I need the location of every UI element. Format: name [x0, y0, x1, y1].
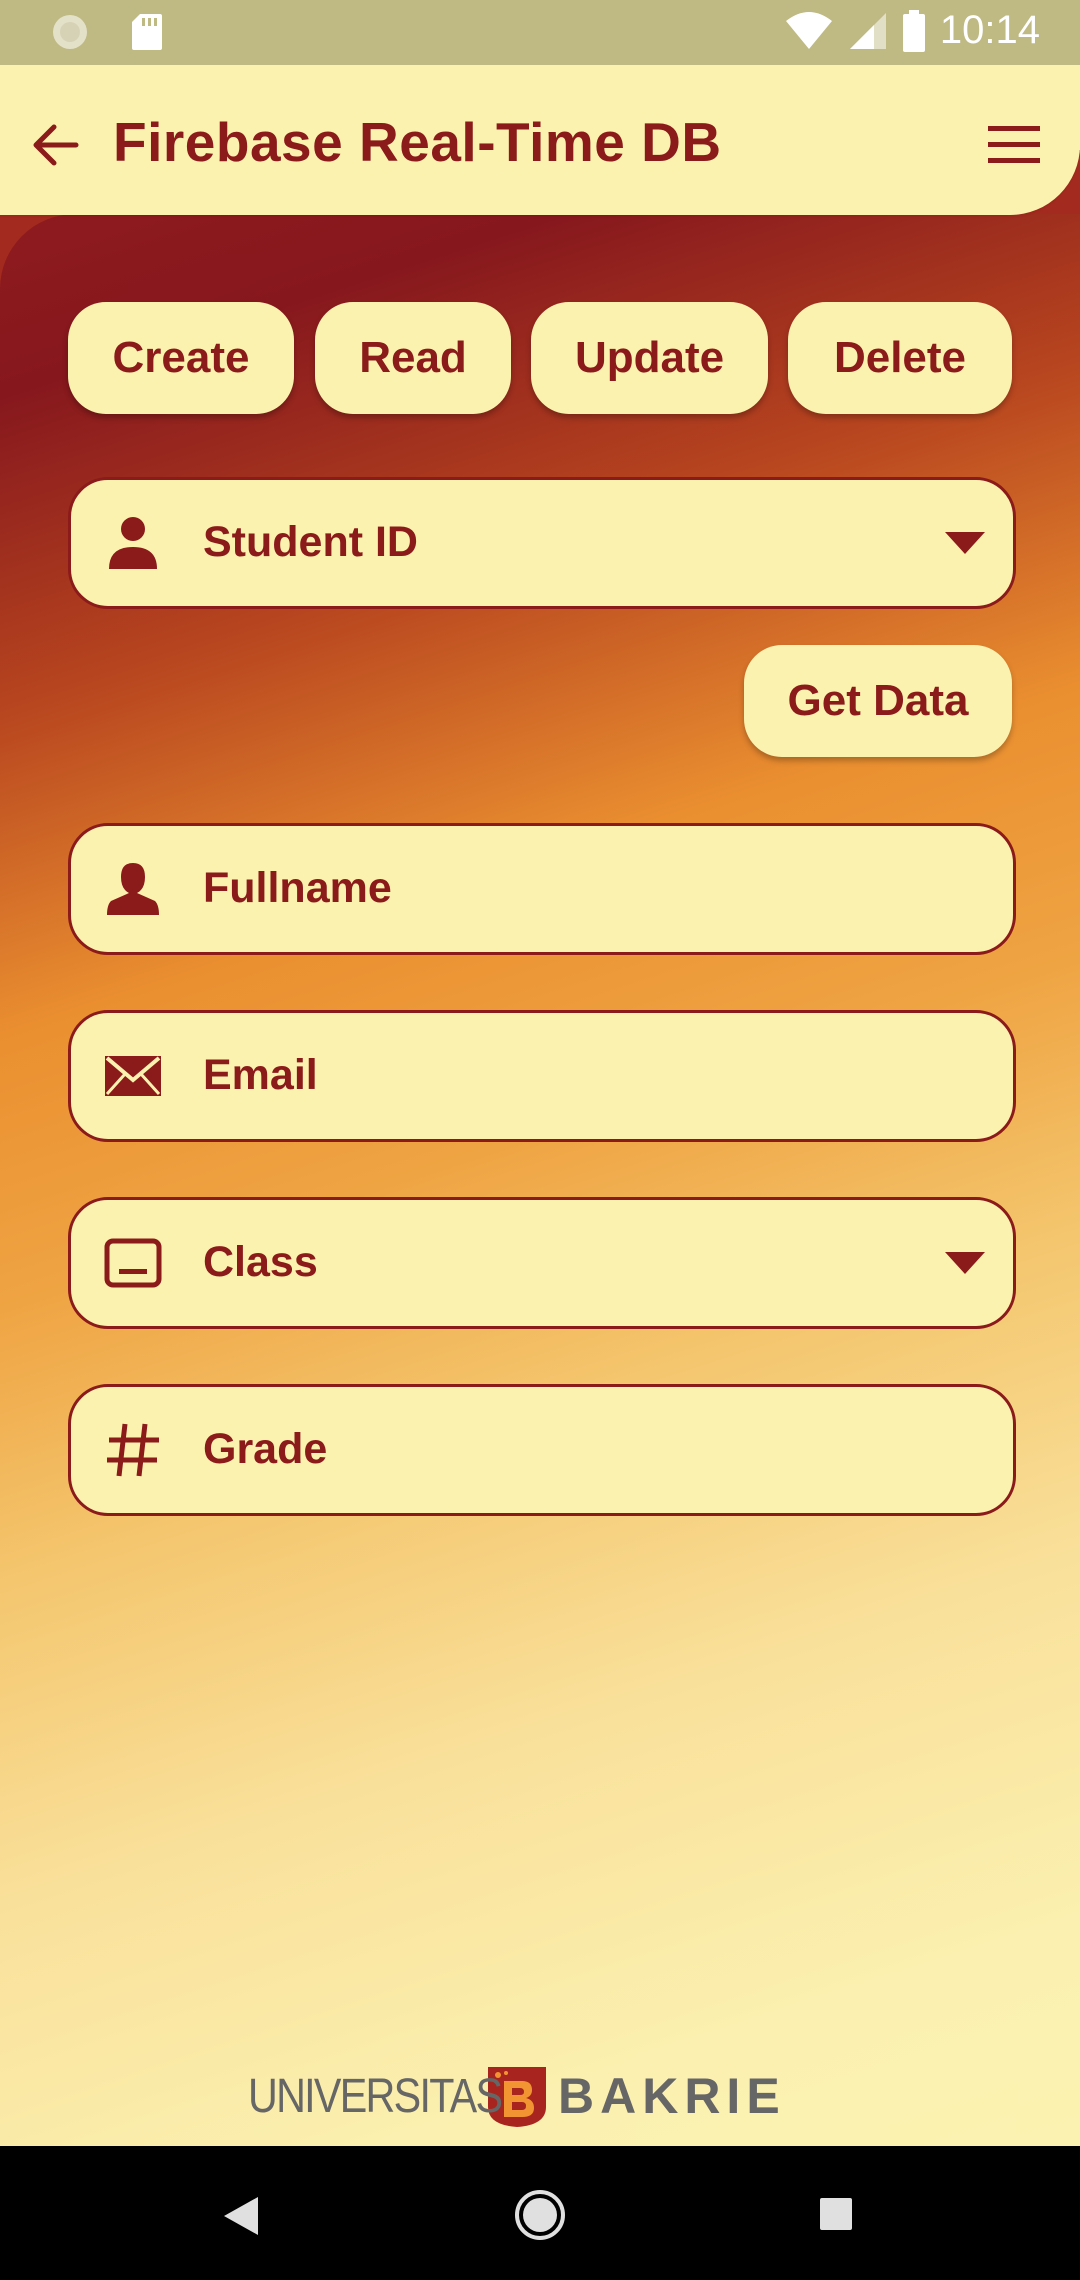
envelope-icon — [105, 1056, 161, 1096]
create-button[interactable]: Create — [68, 302, 294, 414]
person-silhouette-icon — [107, 863, 159, 915]
page-title: Firebase Real-Time DB — [113, 111, 722, 173]
chevron-down-icon — [945, 532, 985, 554]
nav-home-icon[interactable] — [514, 2189, 566, 2241]
delete-button[interactable]: Delete — [788, 302, 1012, 414]
status-bar: 10:14 — [0, 0, 1080, 65]
read-button[interactable]: Read — [315, 302, 511, 414]
class-dropdown[interactable]: Class — [68, 1197, 1016, 1329]
fullname-label: Fullname — [203, 864, 392, 912]
grade-field[interactable]: Grade — [68, 1384, 1016, 1516]
email-label: Email — [203, 1051, 318, 1099]
grade-label: Grade — [203, 1425, 328, 1473]
student-id-label: Student ID — [203, 518, 418, 566]
logo-text-left: UNIVERSITAS — [248, 2069, 503, 2123]
class-icon — [104, 1238, 162, 1288]
update-button[interactable]: Update — [531, 302, 768, 414]
sd-card-icon — [132, 14, 162, 50]
university-logo: UNIVERSITAS BAKRIE — [248, 2060, 833, 2132]
logo-text-right: BAKRIE — [558, 2068, 786, 2124]
status-time: 10:14 — [939, 8, 1040, 52]
hash-icon — [107, 1423, 159, 1477]
crud-button-row: Create Read Update Delete — [68, 302, 1012, 414]
class-label: Class — [203, 1238, 318, 1286]
nav-back-icon[interactable] — [218, 2193, 264, 2239]
email-field[interactable]: Email — [68, 1010, 1016, 1142]
person-icon — [109, 517, 157, 569]
system-nav-bar — [0, 2146, 1080, 2280]
signal-icon — [849, 12, 886, 49]
student-id-dropdown[interactable]: Student ID — [68, 477, 1016, 609]
chevron-down-icon — [945, 1252, 985, 1274]
get-data-button[interactable]: Get Data — [744, 645, 1012, 757]
fullname-field[interactable]: Fullname — [68, 823, 1016, 955]
wifi-icon — [785, 11, 832, 49]
battery-icon — [902, 9, 925, 52]
hamburger-menu-icon[interactable] — [986, 120, 1042, 170]
nav-recent-apps-icon[interactable] — [818, 2196, 854, 2232]
app-bar: Firebase Real-Time DB — [0, 65, 1080, 215]
sync-icon — [53, 15, 87, 49]
arrow-left-icon[interactable] — [28, 117, 84, 173]
